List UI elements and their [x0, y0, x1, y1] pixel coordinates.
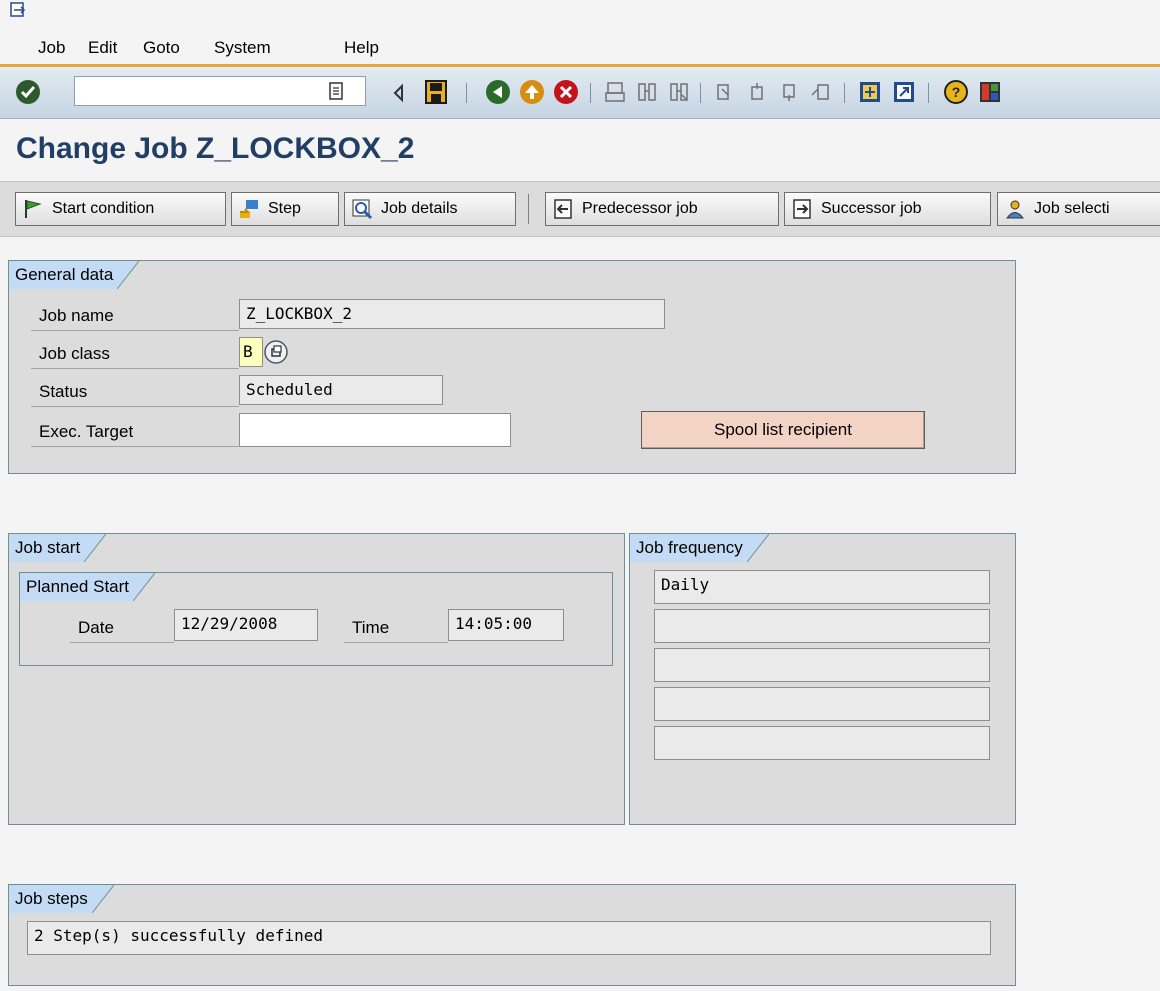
job-details-label: Job details [381, 200, 458, 217]
general-data-title: General data [9, 261, 140, 289]
help-icon[interactable]: ? [944, 80, 968, 104]
frequency-field [654, 609, 990, 643]
predecessor-icon [554, 199, 572, 219]
job-start-title: Job start [9, 534, 107, 562]
command-field-history-icon[interactable] [328, 81, 344, 101]
next-page-icon[interactable] [778, 81, 800, 108]
job-selection-icon [1006, 200, 1024, 219]
customize-layout-icon[interactable] [978, 80, 1002, 109]
exit-icon[interactable] [520, 80, 544, 104]
exec-target-input[interactable] [239, 413, 511, 447]
toolbar-separator [466, 83, 467, 103]
planned-start-title: Planned Start [20, 573, 156, 601]
job-selection-button[interactable]: Job selecti [997, 192, 1160, 226]
previous-page-icon[interactable] [746, 81, 768, 108]
flag-icon [25, 200, 42, 218]
command-field[interactable] [74, 76, 366, 106]
first-page-icon[interactable] [714, 81, 736, 108]
cancel-icon[interactable] [554, 80, 578, 104]
value-help-icon[interactable] [263, 339, 289, 370]
time-field: 14:05:00 [448, 609, 564, 641]
toolbar-separator [700, 83, 701, 103]
tab-corner [84, 534, 107, 562]
job-steps-title: Job steps [9, 885, 114, 913]
date-field: 12/29/2008 [174, 609, 318, 641]
successor-icon [793, 199, 811, 219]
step-icon [240, 200, 258, 218]
last-page-icon[interactable] [810, 81, 832, 108]
menu-job[interactable]: Job [38, 38, 65, 58]
job-steps-group: Job steps 2 Step(s) successfully defined [8, 884, 1016, 986]
status-field: Scheduled [239, 375, 443, 405]
tab-corner [746, 534, 769, 562]
find-next-icon[interactable] [668, 81, 690, 108]
frequency-field [654, 687, 990, 721]
planned-start-group: Planned Start Date 12/29/2008 Time 14:05… [19, 572, 613, 666]
start-condition-button[interactable]: Start condition [15, 192, 226, 226]
job-details-button[interactable]: Job details [344, 192, 516, 226]
general-data-group: General data Job name Z_LOCKBOX_2 Job cl… [8, 260, 1016, 474]
time-label: Time [344, 613, 448, 643]
job-frequency-group: Job frequency Daily [629, 533, 1016, 825]
collapse-icon[interactable] [392, 83, 404, 108]
system-menu-icon[interactable] [10, 2, 26, 18]
back-icon[interactable] [486, 80, 510, 104]
date-label: Date [70, 613, 174, 643]
start-condition-label: Start condition [52, 200, 155, 217]
frequency-field [654, 648, 990, 682]
predecessor-job-button[interactable]: Predecessor job [545, 192, 779, 226]
exec-target-label: Exec. Target [31, 417, 239, 447]
job-selection-label: Job selecti [1034, 200, 1110, 217]
page-title: Change Job Z_LOCKBOX_2 [16, 132, 415, 165]
menu-help[interactable]: Help [344, 38, 379, 58]
job-start-group: Job start Planned Start Date 12/29/2008 … [8, 533, 625, 825]
tab-corner [117, 261, 140, 289]
svg-text:?: ? [952, 84, 961, 100]
menu-edit[interactable]: Edit [88, 38, 117, 58]
step-button[interactable]: Step [231, 192, 339, 226]
print-icon[interactable] [604, 81, 626, 108]
menu-bar: Job Edit Goto System Help [0, 0, 1160, 64]
generate-shortcut-icon[interactable] [892, 80, 916, 109]
menu-system[interactable]: System [214, 38, 271, 58]
standard-toolbar: ? [0, 67, 1160, 119]
save-icon[interactable] [424, 79, 448, 110]
job-class-field[interactable]: B [239, 337, 263, 367]
tab-corner [91, 885, 114, 913]
successor-job-button[interactable]: Successor job [784, 192, 991, 226]
toolbar-separator [928, 83, 929, 103]
job-name-label: Job name [31, 301, 239, 331]
predecessor-job-label: Predecessor job [582, 200, 698, 217]
create-session-icon[interactable] [858, 80, 882, 109]
toolbar-separator [590, 83, 591, 103]
frequency-field: Daily [654, 570, 990, 604]
job-name-field: Z_LOCKBOX_2 [239, 299, 665, 329]
details-icon [352, 199, 373, 220]
enter-icon[interactable] [16, 80, 40, 104]
tab-corner [133, 573, 156, 601]
successor-job-label: Successor job [821, 200, 922, 217]
status-label: Status [31, 377, 239, 407]
find-icon[interactable] [636, 81, 658, 108]
toolbar-separator [528, 194, 529, 224]
menu-goto[interactable]: Goto [143, 38, 180, 58]
frequency-field [654, 726, 990, 760]
spool-list-recipient-button[interactable]: Spool list recipient [641, 411, 925, 449]
application-toolbar: Start condition Step Job details Predece… [0, 181, 1160, 237]
job-steps-field: 2 Step(s) successfully defined [27, 921, 991, 955]
job-class-label: Job class [31, 339, 239, 369]
job-frequency-title: Job frequency [630, 534, 769, 562]
toolbar-separator [844, 83, 845, 103]
step-label: Step [268, 200, 301, 217]
